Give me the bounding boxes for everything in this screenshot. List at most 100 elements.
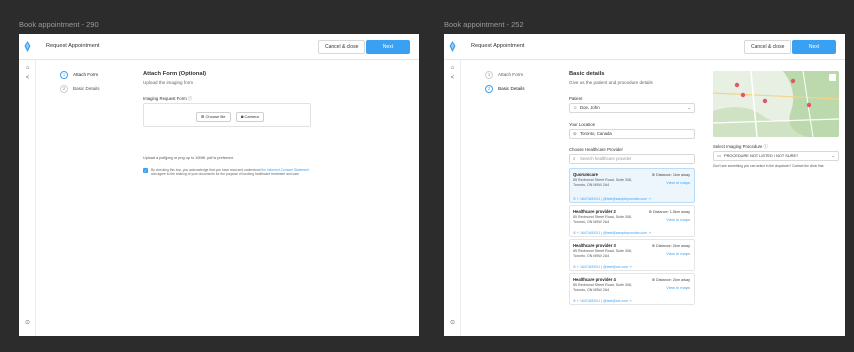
cancel-close-button[interactable]: Cancel & close — [744, 40, 792, 54]
home-icon[interactable]: ⌂ — [449, 65, 456, 72]
consent-checkbox[interactable]: ✓ — [143, 168, 148, 173]
map-marker-icon[interactable] — [806, 102, 812, 108]
location-input[interactable]: ⊚ Toronto, Canada — [569, 129, 695, 139]
provider-email[interactable]: test@sampleprovider.com — [607, 231, 648, 235]
step-label: Attach Form — [498, 72, 524, 78]
location-pin-icon: ⊚ — [651, 173, 655, 177]
provider-distance: ⊚ Distance: 2km away — [652, 243, 690, 248]
provider-phone[interactable]: + 1647445XX1 — [577, 265, 600, 269]
provider-distance: ⊚ Distance: 2km away — [652, 277, 690, 282]
map-marker-icon[interactable] — [762, 98, 768, 104]
external-link-icon: ↗ — [648, 197, 652, 201]
form-subheading: Give us the patient and procedure detail… — [569, 80, 653, 85]
provider-address: 85 Redmond Street Road, Suite 308, Toront… — [573, 283, 632, 293]
upload-hint: Upload a pdf/jpeg or png up to 10MB. pdf… — [143, 156, 234, 160]
upload-icon: ⊞ — [201, 114, 205, 119]
location-pin-icon: ⊚ — [573, 131, 577, 136]
step-basic-details[interactable]: 2 Basic Details — [60, 85, 100, 93]
home-icon[interactable]: ⌂ — [24, 65, 31, 72]
form-heading: Attach Form (Optional) — [143, 71, 207, 77]
provider-email[interactable]: test@sampleprovider.com — [607, 197, 648, 201]
consent-text: By checking this box, you acknowledge th… — [151, 168, 311, 177]
provider-card[interactable]: Healthcare provider 3 ⊚ Distance: 2km aw… — [569, 239, 695, 271]
frame-label: Book appointment - 290 — [19, 20, 99, 29]
address-line-2: Toronto, ON M5W 2A4 — [573, 182, 610, 187]
choose-file-button[interactable]: ⊞ Choose file — [196, 112, 231, 122]
provider-card[interactable]: Quorumcare ⊚ Distance: 1km away 85 Redmo… — [569, 168, 695, 203]
view-in-maps-link[interactable]: View in maps — [666, 217, 690, 222]
address-line-1: 85 Redmond Street Road, Suite 308, — [573, 215, 632, 219]
procedure-label-text: Select Imaging Procedure — [713, 144, 763, 149]
address-line-2: Toronto, ON M5W 2A4 — [573, 219, 610, 224]
provider-email[interactable]: test@xxt.com — [607, 299, 628, 303]
address-line-1: 85 Redmond Street Road, Suite 308, — [573, 283, 632, 287]
procedure-hint: Don't see something you can select in th… — [713, 164, 825, 168]
share-icon[interactable]: < — [24, 75, 31, 82]
map-marker-icon[interactable] — [740, 92, 746, 98]
provider-card[interactable]: Healthcare provider 2 ⊚ Distance: 1.5km … — [569, 205, 695, 237]
camera-button[interactable]: ◙ Camera — [236, 112, 264, 122]
procedure-select[interactable]: ▭ PROCEDURE NOT LISTED / NOT SURE? ⌄ — [713, 151, 839, 161]
step-attach-form[interactable]: 1 Attach Form — [485, 71, 523, 79]
location-value: Toronto, Canada — [580, 131, 612, 136]
provider-phone[interactable]: + 1647445XX1 — [577, 299, 600, 303]
map-expand-icon[interactable] — [829, 74, 836, 81]
phone-icon: ✆ — [573, 231, 576, 235]
chevron-down-icon: ⌄ — [687, 105, 691, 110]
provider-map[interactable] — [713, 71, 839, 137]
map-marker-icon[interactable] — [734, 82, 740, 88]
provider-name: Healthcare provider 3 — [573, 243, 616, 248]
distance-text: Distance: 2km away — [656, 278, 690, 282]
step-basic-details[interactable]: 2 Basic Details — [485, 85, 525, 93]
location-pin-icon: ⊚ — [651, 244, 655, 248]
view-in-maps-link[interactable]: View in maps — [666, 180, 690, 185]
step-label: Basic Details — [73, 86, 100, 92]
info-icon[interactable]: ⓘ — [764, 144, 768, 149]
distance-text: Distance: 1.5km away — [652, 210, 690, 214]
view-in-maps-link[interactable]: View in maps — [666, 251, 690, 256]
map-marker-icon[interactable] — [790, 78, 796, 84]
address-line-2: Toronto, ON M5W 2A4 — [573, 287, 610, 292]
step-number: 2 — [485, 85, 493, 93]
step-label: Basic Details — [498, 86, 525, 92]
list-icon: ▭ — [717, 153, 722, 158]
consent-suffix: and agree to the sharing of your documen… — [151, 172, 299, 177]
provider-email[interactable]: test@xxt.com — [607, 265, 628, 269]
upload-dropzone[interactable]: ⊞ Choose file ◙ Camera — [143, 103, 311, 127]
provider-address: 85 Redmond Street Road, Suite 308, Toront… — [573, 178, 632, 188]
external-link-icon: ↗ — [648, 231, 652, 235]
next-button[interactable]: Next — [366, 40, 410, 54]
page-title: Request Appointment — [46, 43, 100, 49]
book-appointment-frame-290: Request Appointment Cancel & close Next … — [19, 34, 419, 336]
phone-icon: ✆ — [573, 197, 576, 201]
provider-card[interactable]: Healthcare provider 4 ⊚ Distance: 2km aw… — [569, 273, 695, 305]
provider-address: 85 Redmond Street Road, Suite 308, Toront… — [573, 249, 632, 259]
phone-icon: ✆ — [573, 299, 576, 303]
provider-phone[interactable]: + 1647445XX1 — [577, 197, 600, 201]
patient-value: Doe, John — [580, 105, 600, 110]
procedure-label: Select Imaging Procedure ⓘ — [713, 144, 768, 150]
share-icon[interactable]: < — [449, 75, 456, 82]
camera-label: Camera — [244, 114, 259, 119]
form-subheading: Upload the imaging form — [143, 80, 194, 85]
step-attach-form[interactable]: 1 Attach Form — [60, 71, 98, 79]
provider-phone[interactable]: + 1647445XX1 — [577, 231, 600, 235]
patient-select[interactable]: ☺ Doe, John ⌄ — [569, 103, 695, 113]
next-button[interactable]: Next — [792, 40, 836, 54]
cancel-close-button[interactable]: Cancel & close — [318, 40, 366, 54]
search-icon: ⌕ — [573, 156, 576, 161]
step-number: 1 — [485, 71, 493, 79]
location-pin-icon: ⊚ — [648, 210, 652, 214]
choose-file-label: Choose file — [205, 114, 226, 119]
top-bar: Request Appointment Cancel & close Next — [19, 34, 419, 60]
settings-icon[interactable]: ⊙ — [449, 320, 456, 327]
provider-search-input[interactable]: ⌕ Search healthcare provider — [569, 154, 695, 164]
field-label: Imaging Request Form — [143, 96, 187, 101]
settings-icon[interactable]: ⊙ — [24, 320, 31, 327]
app-logo-icon — [449, 41, 456, 52]
main-content: 1 Attach Form 2 Basic Details Attach Form … — [36, 60, 419, 336]
view-in-maps-link[interactable]: View in maps — [666, 285, 690, 290]
app-logo-icon — [24, 41, 31, 52]
phone-icon: ✆ — [573, 265, 576, 269]
info-icon[interactable]: ⓘ — [188, 96, 192, 101]
